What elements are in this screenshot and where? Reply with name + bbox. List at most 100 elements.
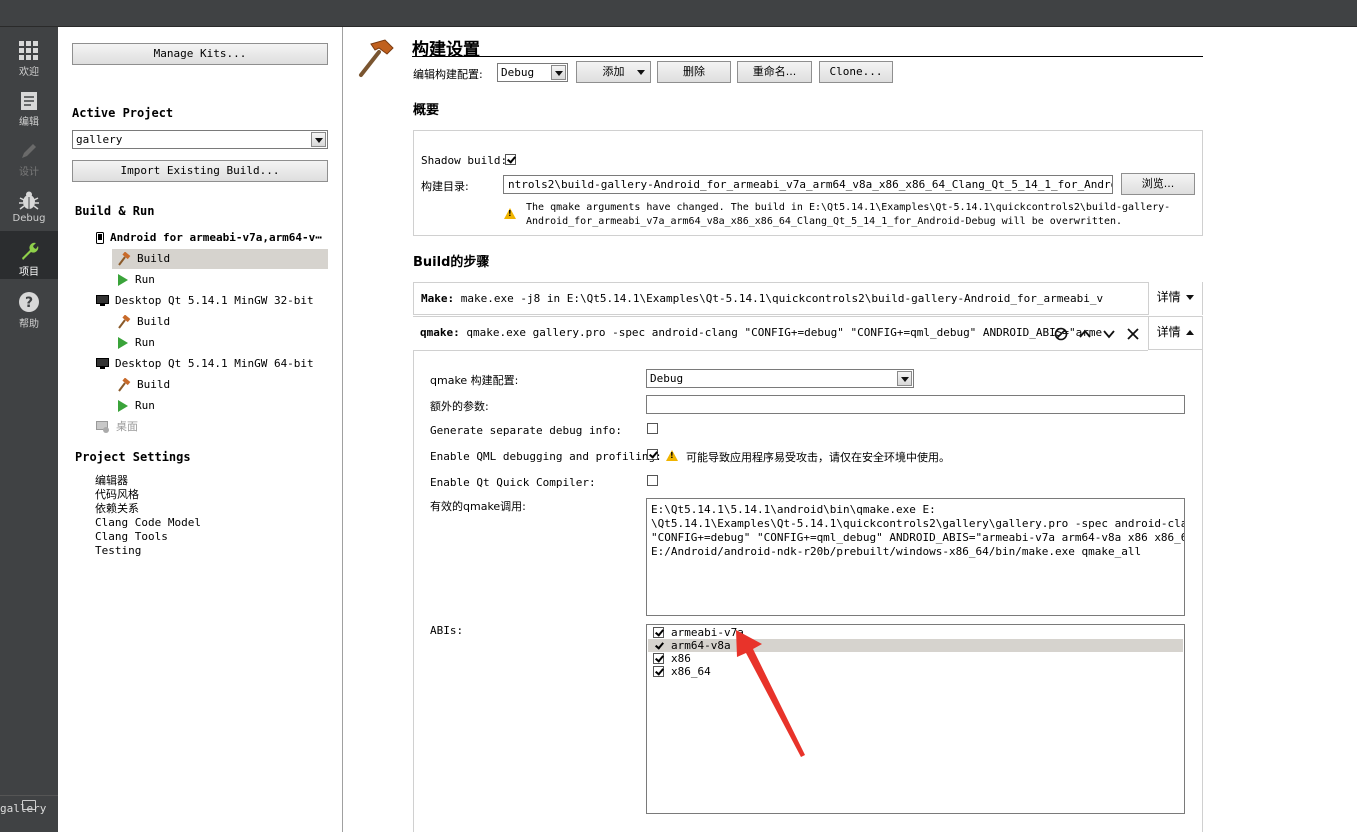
kit-desktop-32[interactable]: Desktop Qt 5.14.1 MinGW 32-bit	[96, 291, 314, 311]
kit-desktop-64-run[interactable]: Run	[117, 396, 155, 416]
kit-desktop-64-build[interactable]: Build	[117, 375, 170, 395]
settings-clang-tools[interactable]: Clang Tools	[95, 530, 168, 544]
hammer-icon	[118, 378, 131, 392]
play-icon	[118, 400, 128, 412]
move-down-icon[interactable]	[1101, 326, 1117, 342]
mode-projects-label: 项目	[19, 267, 39, 278]
settings-editor[interactable]: 编辑器	[95, 474, 128, 488]
abi-checkbox[interactable]	[653, 640, 664, 651]
active-project-combo[interactable]: gallery	[72, 130, 328, 149]
mode-edit[interactable]: 编辑	[0, 81, 58, 129]
qmake-config-label: qmake 构建配置:	[430, 374, 519, 387]
mode-edit-label: 编辑	[19, 117, 39, 128]
abi-checkbox[interactable]	[653, 653, 664, 664]
edit-config-label: 编辑构建配置:	[413, 68, 483, 81]
abi-label: arm64-v8a	[671, 639, 731, 652]
hammer-icon	[359, 39, 394, 77]
make-step-summary[interactable]: Make: make.exe -j8 in E:\Qt5.14.1\Exampl…	[413, 282, 1203, 315]
document-icon	[21, 92, 37, 110]
active-project-value: gallery	[76, 133, 123, 146]
shadow-build-checkbox[interactable]	[505, 154, 516, 165]
kit-android[interactable]: Android for armeabi-v7a,arm64-v⋯	[96, 228, 322, 248]
kit-desktop-32-build-label: Build	[137, 315, 171, 328]
chevron-down-icon[interactable]	[311, 132, 326, 147]
abi-checkbox[interactable]	[653, 627, 664, 638]
rename-config-button[interactable]: 重命名...	[737, 61, 812, 83]
qmake-step-summary[interactable]: qmake: qmake.exe gallery.pro -spec andro…	[413, 317, 1148, 350]
import-existing-build-button[interactable]: Import Existing Build...	[72, 160, 328, 182]
make-details-label: 详情	[1156, 290, 1181, 304]
disable-step-icon[interactable]	[1053, 326, 1069, 342]
monitor-icon	[96, 295, 109, 306]
help-icon: ?	[19, 292, 39, 312]
kit-desktop-32-run[interactable]: Run	[117, 333, 155, 353]
extra-args-input[interactable]	[646, 395, 1185, 414]
kit-desktop-64-label: Desktop Qt 5.14.1 MinGW 64-bit	[115, 357, 314, 370]
overview-title: 概要	[413, 103, 440, 118]
kit-desktop-32-build[interactable]: Build	[117, 312, 170, 332]
project-settings-heading: Project Settings	[75, 450, 191, 464]
add-config-button[interactable]: 添加	[576, 61, 651, 83]
wrench-icon	[22, 242, 39, 260]
monitor-gear-icon	[96, 420, 109, 433]
build-dir-input[interactable]: ntrols2\build-gallery-Android_for_armeab…	[503, 175, 1113, 194]
mode-help[interactable]: ? 帮助	[0, 281, 58, 330]
shadow-build-label: Shadow build:	[421, 154, 508, 167]
mode-design[interactable]: 设计	[0, 131, 58, 179]
warning-icon	[504, 208, 516, 219]
settings-clang-code-model[interactable]: Clang Code Model	[95, 516, 201, 530]
qmake-args-warning-line2: Android_for_armeabi_v7a_arm64_v8a_x86_x8…	[526, 216, 1123, 227]
abi-checkbox[interactable]	[653, 666, 664, 677]
effective-call-textarea[interactable]: E:\Qt5.14.1\5.14.1\android\bin\qmake.exe…	[646, 498, 1185, 616]
mode-welcome-label: 欢迎	[19, 67, 39, 78]
quick-compiler-label: Enable Qt Quick Compiler:	[430, 476, 596, 489]
settings-testing[interactable]: Testing	[95, 544, 141, 558]
delete-config-button[interactable]: 删除	[657, 61, 731, 83]
kit-desktop-64[interactable]: Desktop Qt 5.14.1 MinGW 64-bit	[96, 354, 314, 374]
abi-list[interactable]: armeabi-v7a arm64-v8a x86 x86_64	[646, 624, 1185, 814]
settings-code-style[interactable]: 代码风格	[95, 488, 139, 502]
separate-debug-checkbox[interactable]	[647, 423, 658, 434]
mode-welcome[interactable]: 欢迎	[0, 31, 58, 79]
kit-android-run[interactable]: Run	[117, 270, 155, 290]
extra-args-label: 额外的参数:	[430, 400, 489, 413]
phone-icon	[96, 232, 104, 244]
make-step-details-button[interactable]: 详情	[1148, 282, 1202, 315]
warning-icon	[666, 450, 678, 461]
qmake-args-warning-line1: The qmake arguments have changed. The bu…	[526, 202, 1171, 213]
make-step-text: make.exe -j8 in E:\Qt5.14.1\Examples\Qt-…	[454, 292, 1104, 305]
kit-android-build[interactable]: Build	[112, 249, 328, 269]
desktop-kit-disabled[interactable]: 桌面	[96, 417, 138, 437]
target-selector[interactable]: gallery	[0, 795, 58, 832]
settings-dependencies[interactable]: 依赖关系	[95, 502, 139, 516]
bug-icon	[19, 191, 39, 210]
qml-debug-checkbox[interactable]	[647, 449, 658, 460]
pen-icon	[22, 144, 36, 158]
active-project-heading: Active Project	[72, 106, 174, 120]
qmake-config-combo[interactable]: Debug	[646, 369, 914, 388]
move-up-icon[interactable]	[1077, 326, 1093, 342]
build-run-heading: Build & Run	[75, 204, 155, 218]
chevron-down-icon[interactable]	[551, 65, 566, 80]
clone-config-button[interactable]: Clone...	[819, 61, 893, 83]
qmake-step-label: qmake:	[420, 326, 460, 339]
mode-projects[interactable]: 项目	[0, 231, 58, 279]
qmake-config-value: Debug	[650, 372, 684, 385]
build-config-combo[interactable]: Debug	[497, 63, 568, 82]
quick-compiler-checkbox[interactable]	[647, 475, 658, 486]
chevron-down-icon	[637, 70, 645, 75]
kit-desktop-64-run-label: Run	[135, 399, 155, 412]
build-steps-title: Build的步骤	[413, 255, 490, 270]
chevron-down-icon[interactable]	[897, 371, 912, 386]
mode-debug-label: Debug	[12, 213, 46, 224]
qmake-step-divider	[414, 350, 1148, 351]
manage-kits-button[interactable]: Manage Kits...	[72, 43, 328, 65]
browse-button[interactable]: 浏览...	[1121, 173, 1195, 195]
mode-debug[interactable]: Debug	[0, 181, 58, 229]
qmake-step-details-button[interactable]: 详情	[1148, 317, 1202, 350]
svg-text:?: ?	[25, 295, 33, 311]
qmake-step-text: qmake.exe gallery.pro -spec android-clan…	[459, 326, 1103, 339]
qml-debug-warning: 可能导致应用程序易受攻击，请仅在安全环境中使用。	[686, 451, 950, 464]
remove-step-icon[interactable]	[1125, 326, 1141, 342]
play-icon	[118, 337, 128, 349]
